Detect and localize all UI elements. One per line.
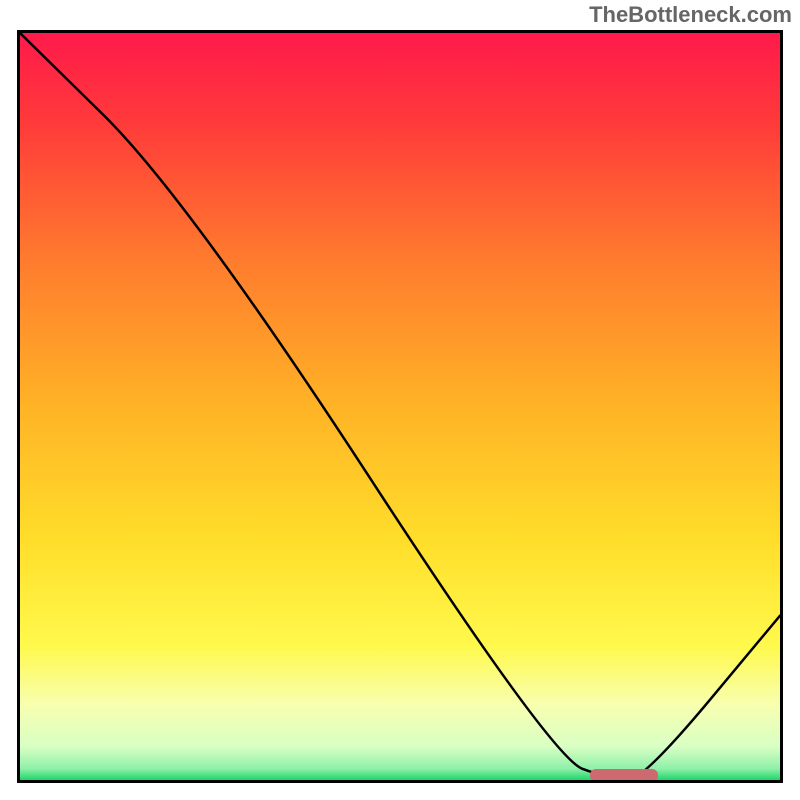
bottleneck-curve <box>20 33 780 780</box>
optimal-range-marker <box>590 769 658 782</box>
chart-plot-area <box>17 30 783 783</box>
watermark-text: TheBottleneck.com <box>589 2 792 28</box>
